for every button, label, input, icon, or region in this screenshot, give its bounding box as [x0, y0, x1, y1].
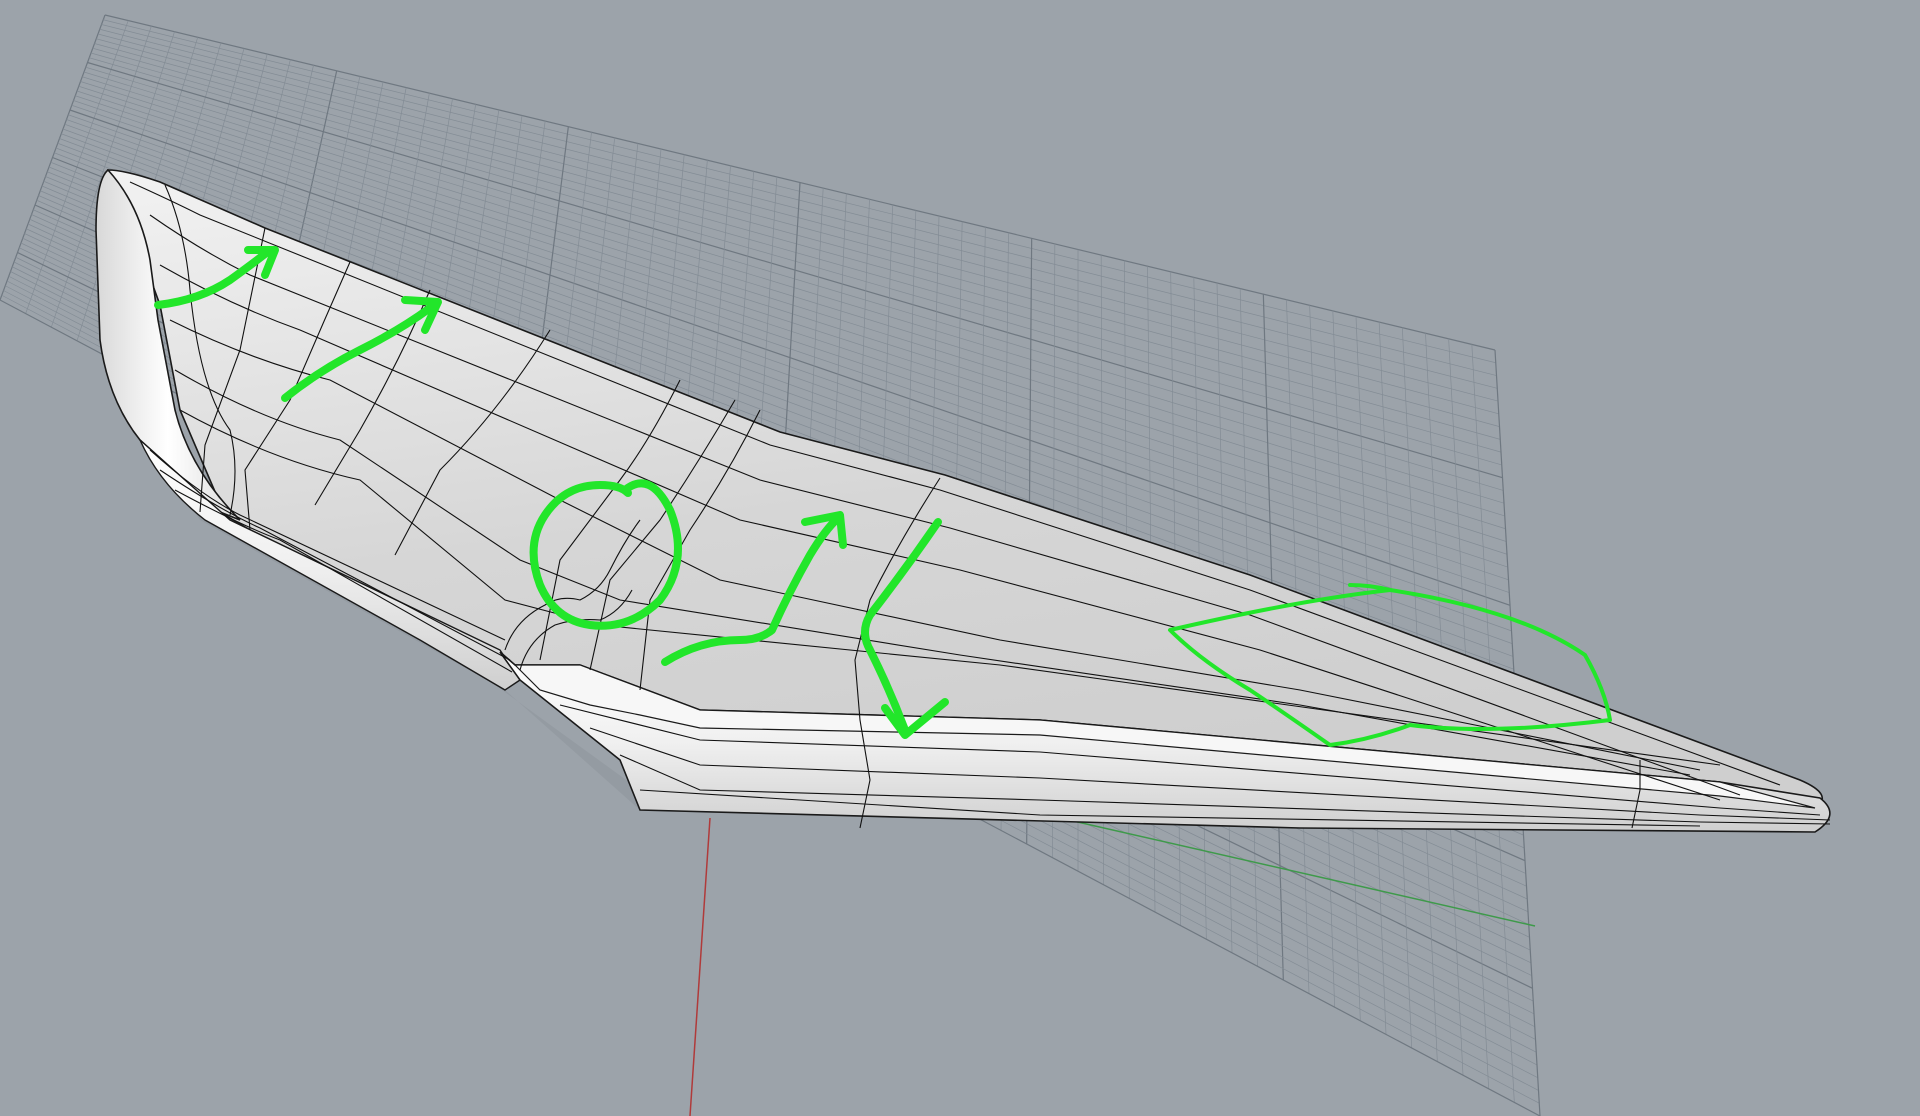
wing-surface[interactable]: [95, 168, 1831, 833]
perspective-viewport[interactable]: [0, 0, 1920, 1116]
x-axis-line: [689, 817, 711, 1116]
surface-top-face: [106, 169, 1824, 809]
viewport-canvas[interactable]: [0, 0, 1920, 1116]
